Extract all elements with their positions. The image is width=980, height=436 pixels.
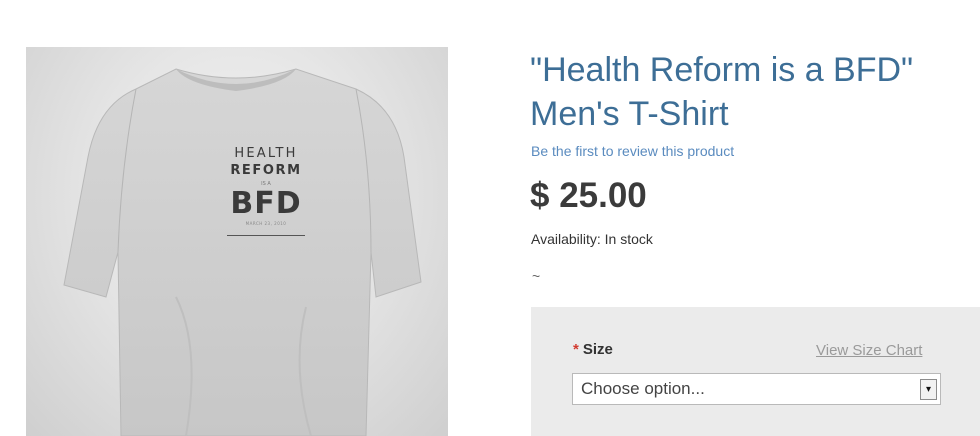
size-label: * Size [573,341,613,358]
product-price: $ 25.00 [530,176,647,215]
print-rule [227,235,305,236]
size-select-value: Choose option... [581,379,705,398]
required-marker: * [573,341,579,358]
print-line-bfd: BFD [230,186,302,221]
product-image[interactable]: HEALTH REFORM IS A BFD MARCH 23, 2010 [26,47,448,436]
print-line-health: HEALTH [234,146,298,161]
shirt-print: HEALTH REFORM IS A BFD MARCH 23, 2010 [223,145,309,236]
product-options-panel: * Size View Size Chart Choose option... ▾ [531,307,980,436]
availability-status: Availability: In stock [531,231,653,247]
chevron-down-icon[interactable]: ▾ [920,379,937,400]
size-select[interactable]: Choose option... ▾ [572,373,941,405]
size-label-text: Size [582,341,613,358]
tilde-mark: ~ [532,268,541,284]
view-size-chart-link[interactable]: View Size Chart [816,342,922,359]
product-title-line1: "Health Reform is a BFD" [530,51,914,89]
product-title: "Health Reform is a BFD" Men's T-Shirt [530,48,970,136]
review-link[interactable]: Be the first to review this product [531,143,734,159]
tshirt-illustration [63,68,422,436]
product-title-line2: Men's T-Shirt [530,95,729,133]
print-line-reform: REFORM [230,163,302,178]
